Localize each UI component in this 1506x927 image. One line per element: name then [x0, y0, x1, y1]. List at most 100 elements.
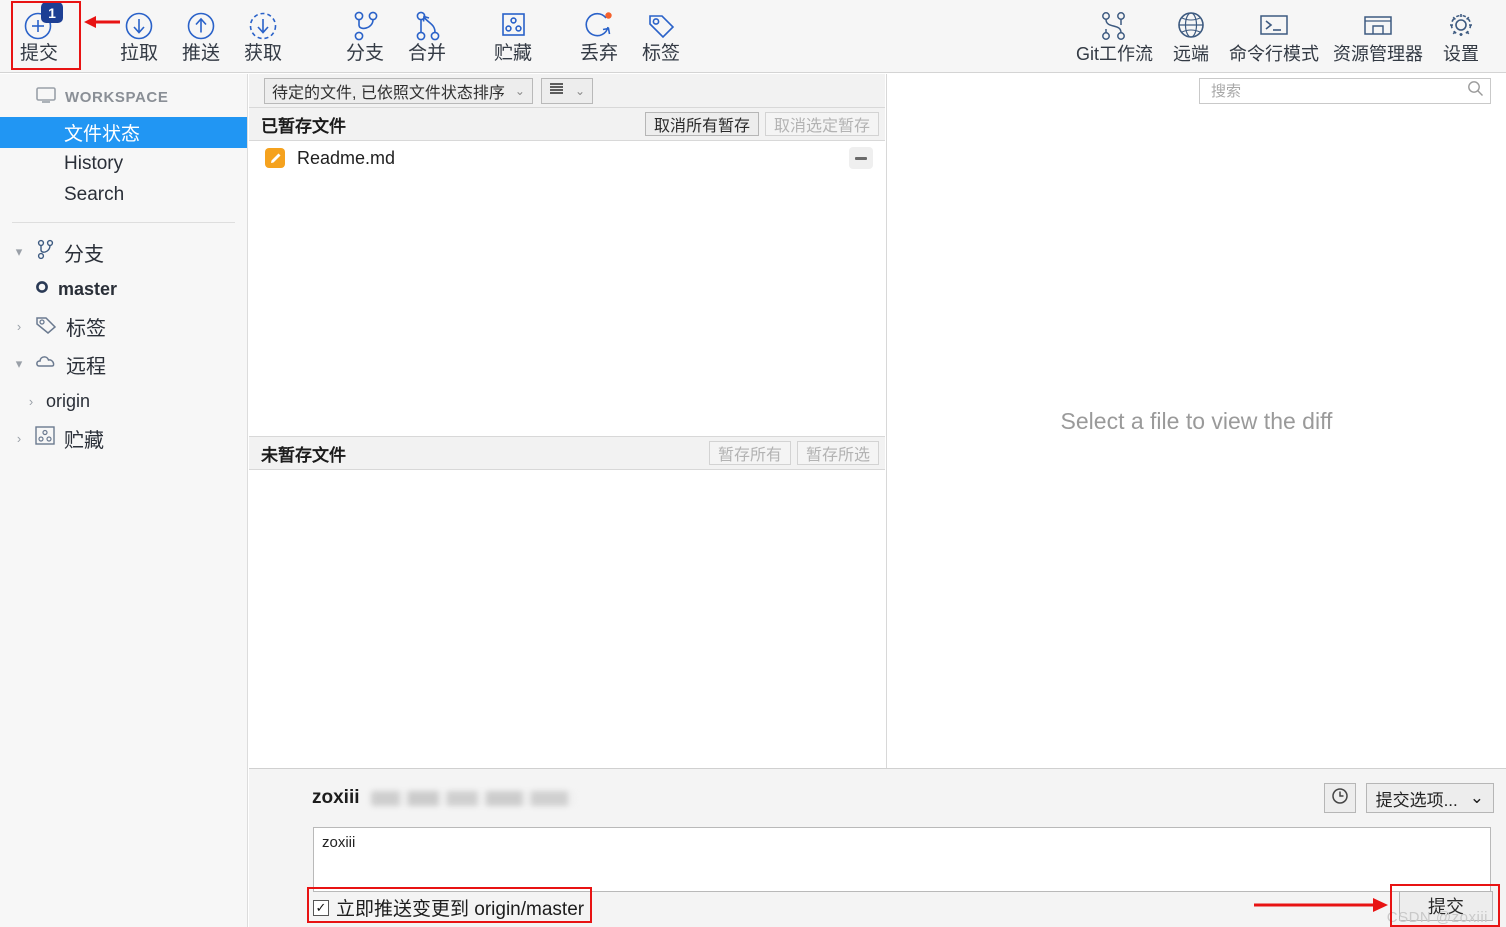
toolbar-label-push: 推送	[181, 43, 220, 64]
terminal-icon	[1254, 5, 1294, 43]
commit-button[interactable]: 提交	[1399, 891, 1493, 921]
toolbar-label-remote: 远端	[1173, 44, 1209, 64]
search-icon[interactable]	[1467, 80, 1484, 102]
search-box[interactable]	[1199, 78, 1491, 104]
list-view-icon	[549, 82, 564, 100]
workspace-header: WORKSPACE	[0, 74, 247, 117]
push-immediately-label: 立即推送变更到 origin/master	[336, 899, 585, 920]
git-flow-icon	[1094, 5, 1134, 43]
toolbar-button-stash[interactable]: 贮藏	[482, 0, 544, 70]
commit-author-name: zoxiii	[312, 787, 360, 808]
sidebar-item-history[interactable]: History	[0, 148, 247, 179]
push-immediately-checkbox[interactable]: ✓	[313, 899, 329, 916]
toolbar-button-gitflow[interactable]: Git工作流	[1069, 0, 1160, 70]
staged-section-buttons: 取消所有暂存 取消选定暂存	[644, 112, 879, 136]
sidebar-branch-master[interactable]: master	[0, 271, 247, 307]
file-filter-bar: 待定的文件, 已依照文件状态排序 ⌄ ⌄	[249, 74, 885, 108]
push-up-arrow-icon	[182, 5, 220, 43]
sidebar-group-branches[interactable]: ▾ 分支	[0, 233, 247, 271]
sidebar-group-remotes[interactable]: ▾ 远程	[0, 345, 247, 383]
search-input[interactable]	[1209, 81, 1467, 101]
main-toolbar: 1 提交 拉取 推送 获取 分支 合并 贮藏 丢弃 标签 Git工作流 远端 命…	[0, 0, 1506, 73]
clock-history-icon	[1331, 787, 1349, 810]
sidebar-group-label: 分支	[64, 243, 104, 266]
tag-icon	[34, 311, 58, 341]
sidebar-item-label: Search	[64, 183, 125, 205]
left-sidebar: WORKSPACE 文件状态 History Search ▾ 分支 maste…	[0, 74, 248, 927]
toolbar-label-merge: 合并	[407, 43, 446, 64]
sidebar-remote-origin[interactable]: › origin	[0, 383, 247, 419]
commit-message-input[interactable]	[313, 827, 1491, 892]
unstaged-section-title: 未暂存文件	[261, 445, 346, 465]
toolbar-label-explorer: 资源管理器	[1333, 44, 1423, 64]
staged-file-list: Readme.md	[249, 141, 885, 175]
toolbar-button-push[interactable]: 推送	[170, 0, 232, 70]
chevron-down-icon[interactable]: ▾	[12, 244, 26, 260]
commit-options-button[interactable]: 提交选项... ⌄	[1365, 783, 1494, 813]
chevron-down-icon[interactable]: ▾	[12, 356, 26, 372]
merge-icon	[410, 5, 444, 43]
sidebar-item-search[interactable]: Search	[0, 179, 247, 210]
push-immediately-checkbox-row[interactable]: ✓ 立即推送变更到 origin/master	[313, 894, 584, 921]
staged-section-title: 已暂存文件	[261, 116, 346, 136]
sidebar-group-label: 远程	[66, 355, 106, 378]
chevron-down-icon: ⌄	[574, 83, 586, 98]
toolbar-label-tag: 标签	[641, 43, 680, 64]
table-row[interactable]: Readme.md	[249, 141, 885, 175]
chevron-down-icon: ⌄	[514, 83, 525, 98]
toolbar-left-group: 1 提交 拉取 推送 获取 分支 合并 贮藏 丢弃 标签	[0, 0, 692, 70]
chevron-right-icon[interactable]: ›	[12, 431, 26, 446]
unstage-all-button[interactable]: 取消所有暂存	[644, 112, 759, 136]
view-mode-dropdown[interactable]: ⌄	[540, 77, 594, 104]
unstaged-section-buttons: 暂存所有 暂存所选	[708, 441, 879, 465]
cloud-icon	[34, 351, 58, 377]
commit-history-button[interactable]	[1323, 783, 1356, 813]
toolbar-button-discard[interactable]: 丢弃	[568, 0, 630, 70]
commit-count-badge: 1	[41, 2, 63, 23]
unstage-minus-icon[interactable]	[849, 147, 873, 169]
branch-icon	[34, 237, 56, 267]
stage-all-button: 暂存所有	[708, 441, 791, 465]
toolbar-button-tag[interactable]: 标签	[630, 0, 692, 70]
unstage-selected-button: 取消选定暂存	[764, 112, 879, 136]
sidebar-divider	[12, 222, 235, 223]
commit-panel: zoxiii 提交选项... ⌄ ✓	[249, 768, 1506, 927]
toolbar-label-gitflow: Git工作流	[1075, 44, 1153, 64]
sidebar-group-tags[interactable]: › 标签	[0, 307, 247, 345]
tag-icon	[644, 5, 678, 43]
branch-icon	[348, 5, 382, 43]
sidebar-item-label: 文件状态	[64, 124, 141, 145]
toolbar-button-terminal[interactable]: 命令行模式	[1222, 0, 1326, 70]
chevron-right-icon[interactable]: ›	[12, 319, 26, 334]
unstaged-files-panel: 未暂存文件 暂存所有 暂存所选	[249, 437, 885, 767]
diff-view-panel: Select a file to view the diff	[886, 74, 1506, 768]
staged-files-panel: 已暂存文件 取消所有暂存 取消选定暂存 Readme.md	[249, 108, 885, 437]
toolbar-label-stash: 贮藏	[493, 43, 532, 64]
sidebar-remote-label: origin	[46, 390, 91, 411]
stash-icon	[34, 424, 56, 452]
toolbar-label-fetch: 获取	[243, 43, 282, 64]
commit-head-actions: 提交选项... ⌄	[1323, 783, 1494, 813]
toolbar-label-settings: 设置	[1443, 44, 1479, 64]
unstaged-section-header: 未暂存文件 暂存所有 暂存所选	[249, 437, 885, 470]
file-name: Readme.md	[297, 147, 396, 168]
sort-dropdown[interactable]: 待定的文件, 已依照文件状态排序 ⌄	[264, 77, 533, 104]
toolbar-button-fetch[interactable]: 获取	[232, 0, 294, 70]
toolbar-button-settings[interactable]: 设置	[1430, 0, 1492, 70]
sourcetree-window: 1 提交 拉取 推送 获取 分支 合并 贮藏 丢弃 标签 Git工作流 远端 命…	[0, 0, 1506, 927]
staged-section-header: 已暂存文件 取消所有暂存 取消选定暂存	[249, 108, 885, 141]
toolbar-label-discard: 丢弃	[579, 43, 618, 64]
toolbar-button-merge[interactable]: 合并	[396, 0, 458, 70]
sidebar-group-label: 标签	[66, 317, 106, 340]
toolbar-button-explorer[interactable]: 资源管理器	[1326, 0, 1430, 70]
toolbar-button-remote[interactable]: 远端	[1160, 0, 1222, 70]
toolbar-right-group: Git工作流 远端 命令行模式 资源管理器 设置	[1069, 0, 1506, 70]
sidebar-group-stashes[interactable]: › 贮藏	[0, 419, 247, 457]
toolbar-button-commit[interactable]: 1 提交	[8, 0, 70, 70]
fetch-dashed-arrow-icon	[244, 5, 282, 43]
sidebar-item-file-status[interactable]: 文件状态	[0, 117, 247, 148]
toolbar-button-branch[interactable]: 分支	[334, 0, 396, 70]
chevron-right-icon[interactable]: ›	[24, 394, 38, 409]
toolbar-button-pull[interactable]: 拉取	[108, 0, 170, 70]
current-branch-dot-icon	[34, 279, 50, 300]
